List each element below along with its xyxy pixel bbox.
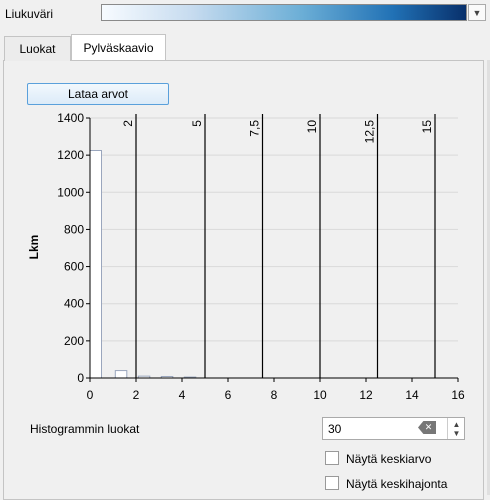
histogram-bins-value: 30: [328, 422, 342, 436]
color-ramp-label: Liukuväri: [5, 7, 54, 21]
class-break-label: 10: [305, 120, 319, 134]
histogram-bar: [89, 150, 102, 379]
class-break-label: 7,5: [248, 120, 262, 137]
histogram-chart: 2 5 7,5 10 12,5 15 0 200 400 600 800 1000 1200 1400 0…: [27, 111, 465, 402]
x-tick-label: 10: [313, 388, 327, 402]
tab-classes-label: Luokat: [19, 42, 56, 56]
y-tick-label: 1400: [57, 111, 84, 125]
color-ramp-selector[interactable]: [101, 4, 467, 21]
y-tick-label: 1000: [57, 185, 84, 199]
y-tick-label: 800: [64, 222, 84, 236]
histogram-bins-label: Histogrammin luokat: [30, 422, 140, 436]
spin-down-icon[interactable]: ▼: [453, 429, 461, 438]
y-tick-label: 1200: [57, 148, 84, 162]
x-tick-label: 16: [451, 388, 465, 402]
class-break-label: 12,5: [363, 120, 377, 144]
x-tick-label: 14: [405, 388, 419, 402]
plot-area: [90, 118, 458, 378]
y-tick-label: 200: [64, 334, 84, 348]
show-mean-checkbox[interactable]: [325, 451, 339, 465]
load-values-button-label: Lataa arvot: [67, 87, 129, 101]
class-break-label: 15: [420, 120, 434, 134]
show-stddev-checkbox[interactable]: [325, 476, 339, 490]
chevron-down-icon[interactable]: ▼: [468, 4, 486, 21]
histogram-bar: [114, 370, 128, 379]
class-break-label: 5: [190, 120, 204, 127]
load-values-button[interactable]: Lataa arvot: [27, 83, 169, 105]
x-tick-label: 2: [133, 388, 140, 402]
y-tick-label: 400: [64, 297, 84, 311]
tab-histogram[interactable]: Pylväskaavio: [71, 34, 166, 60]
class-break-label: 2: [121, 120, 135, 127]
x-tick-label: 12: [359, 388, 373, 402]
histogram-bins-spinbox[interactable]: [322, 417, 465, 440]
y-axis-label: Lkm: [27, 235, 41, 260]
spin-arrows-icon[interactable]: ▲ ▼: [447, 418, 465, 439]
show-mean-label: Näytä keskiarvo: [346, 452, 432, 466]
y-tick-label: 600: [64, 260, 84, 274]
y-tick-label: 0: [77, 371, 84, 385]
show-stddev-label: Näytä keskihajonta: [346, 477, 448, 491]
spin-up-icon[interactable]: ▲: [453, 420, 461, 429]
x-tick-label: 4: [179, 388, 186, 402]
x-tick-label: 0: [87, 388, 94, 402]
x-tick-label: 6: [225, 388, 232, 402]
x-tick-label: 8: [271, 388, 278, 402]
tab-histogram-label: Pylväskaavio: [83, 40, 154, 55]
tab-classes[interactable]: Luokat: [4, 36, 71, 61]
